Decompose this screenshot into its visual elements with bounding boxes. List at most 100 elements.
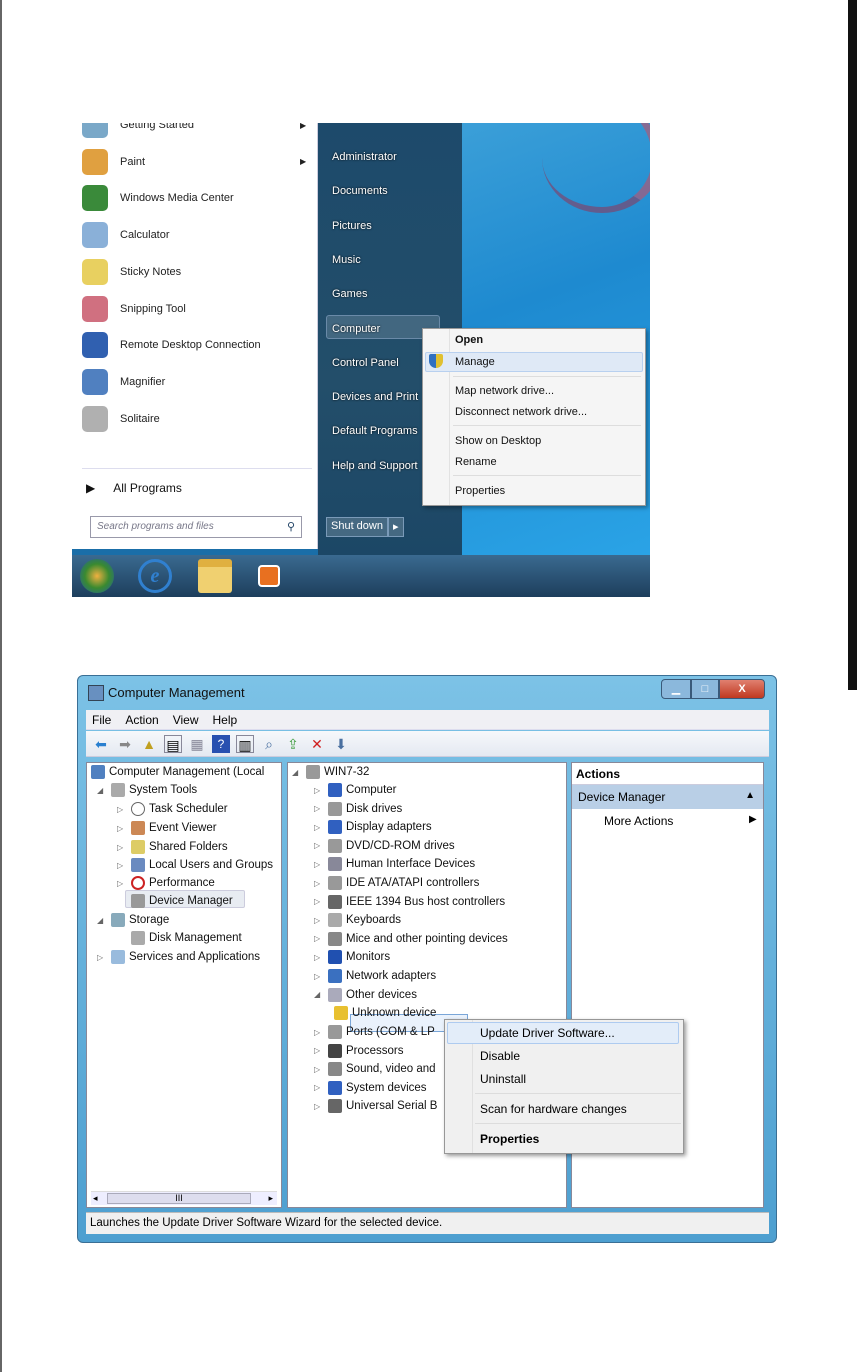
scan-hardware-icon[interactable]: ⌕ [260,735,278,753]
menu-item-properties[interactable]: Properties [455,485,505,497]
tree-item-local-users[interactable]: ▷ Local Users and Groups [117,858,273,872]
start-place-item[interactable]: Games [332,288,367,300]
device-category[interactable]: ▷ IDE ATA/ATAPI controllers [314,876,479,890]
program-item[interactable]: Calculator [82,219,170,251]
shutdown-button[interactable]: Shut down [326,517,388,537]
menu-item-disconnect-network-drive[interactable]: Disconnect network drive... [455,406,587,418]
actions-header: Actions [572,763,763,785]
tree-item-root[interactable]: Computer Management (Local [91,765,264,779]
maximize-button[interactable]: □ [691,679,719,699]
up-folder-icon[interactable]: ▲ [140,735,158,753]
program-item[interactable]: Remote Desktop Connection [82,329,261,361]
tree-item-task-scheduler[interactable]: ▷ Task Scheduler [117,802,228,816]
forward-icon[interactable]: ➡ [116,735,134,753]
explorer-folder-icon[interactable] [198,559,232,593]
start-place-item[interactable]: Pictures [332,220,372,232]
update-driver-icon[interactable]: ⇪ [284,735,302,753]
device-category[interactable]: ▷ Keyboards [314,913,401,928]
menu-view[interactable]: View [173,713,199,727]
menu-help[interactable]: Help [213,713,238,727]
start-orb-icon[interactable] [80,559,114,593]
close-button[interactable]: X [719,679,765,699]
device-category[interactable]: ▷ Display adapters [314,820,432,835]
computer-icon [91,765,105,779]
menu-item-show-on-desktop[interactable]: Show on Desktop [455,435,541,447]
device-category[interactable]: ▷ Human Interface Devices [314,857,475,872]
help-icon[interactable]: ? [212,734,230,753]
start-place-item[interactable]: Documents [332,185,388,197]
menu-item-scan[interactable]: Scan for hardware changes [480,1102,627,1116]
tree-item-device-manager[interactable]: Device Manager [117,894,233,908]
horizontal-scrollbar[interactable]: ◂ III ▸ [91,1191,277,1205]
internet-explorer-icon[interactable]: e [138,559,172,593]
device-category[interactable]: ▷ Disk drives [314,801,402,816]
device-unknown[interactable]: Unknown device [334,1006,436,1020]
start-place-item[interactable]: Control Panel [332,357,399,369]
enable-device-icon[interactable]: ⬇ [332,735,350,753]
tree-item-services[interactable]: ▷ Services and Applications [97,950,260,964]
menu-item-manage[interactable]: Manage [455,356,495,368]
all-programs-button[interactable]: ▶ All Programs [86,481,182,495]
storage-icon [111,913,125,927]
device-icon [328,783,342,797]
device-category[interactable]: ▷ Universal Serial B [314,1099,437,1114]
device-category[interactable]: ▷ Monitors [314,950,390,965]
menu-file[interactable]: File [92,713,111,727]
uninstall-icon[interactable]: ✕ [308,735,326,753]
program-item[interactable]: Getting Started ▶ [82,123,306,141]
clock-icon [131,802,145,816]
device-category[interactable]: ▷ Computer [314,783,397,797]
program-item[interactable]: Snipping Tool [82,293,186,325]
minimize-button[interactable]: ▁ [661,679,691,699]
shutdown-options-button[interactable]: ▸ [387,517,404,537]
menu-action[interactable]: Action [125,713,158,727]
tree-item-shared-folders[interactable]: ▷ Shared Folders [117,840,228,854]
device-host[interactable]: ◢ WIN7-32 [292,765,369,779]
tree-item-system-tools[interactable]: ◢ System Tools [97,783,197,797]
program-item[interactable]: Solitaire [82,403,160,435]
program-item[interactable]: Magnifier [82,366,165,398]
start-place-item[interactable]: Computer [332,323,380,335]
device-icon [328,1099,342,1114]
menu-item-disable[interactable]: Disable [480,1049,520,1063]
menu-item-open[interactable]: Open [455,334,483,346]
show-hide-tree-icon[interactable]: ▤ [164,734,182,753]
menu-item-map-network-drive[interactable]: Map network drive... [455,385,554,397]
scroll-thumb[interactable]: III [107,1193,251,1204]
device-category[interactable]: ◢ Other devices [314,987,417,1002]
device-icon [328,1080,342,1095]
tree-item-performance[interactable]: ▷ Performance [117,876,215,890]
program-item[interactable]: Sticky Notes [82,256,181,288]
show-hide-action-pane-icon[interactable]: ▥ [236,734,254,753]
tree-item-disk-management[interactable]: Disk Management [117,931,242,945]
start-place-item[interactable]: Help and Support [332,460,418,472]
more-actions[interactable]: More Actions ▶ [604,814,757,828]
tools-icon [111,783,125,797]
menu-item-uninstall[interactable]: Uninstall [480,1072,526,1086]
menu-item-properties[interactable]: Properties [480,1132,539,1146]
program-item[interactable]: Windows Media Center [82,182,234,214]
program-item[interactable]: Paint ▶ [82,146,306,178]
menu-item-update-driver[interactable]: Update Driver Software... [480,1026,615,1040]
actions-device-manager[interactable]: Device Manager ▲ [572,785,763,809]
properties-icon[interactable]: ▦ [188,735,206,753]
menu-item-rename[interactable]: Rename [455,456,497,468]
start-place-item[interactable]: Administrator [332,151,397,163]
taskbar: e [72,555,650,597]
device-category[interactable]: ▷ Mice and other pointing devices [314,931,508,946]
device-category[interactable]: ▷ Sound, video and [314,1062,436,1077]
media-player-icon[interactable] [258,565,280,587]
search-input[interactable]: Search programs and files ⚲ [90,516,302,538]
device-category[interactable]: ▷ DVD/CD-ROM drives [314,838,455,853]
start-place-item[interactable]: Default Programs [332,425,418,437]
back-icon[interactable]: ⬅ [92,735,110,753]
device-category[interactable]: ▷ System devices [314,1080,427,1095]
device-category[interactable]: ▷ Ports (COM & LP [314,1025,435,1039]
device-category[interactable]: ▷ Network adapters [314,969,436,983]
device-category[interactable]: ▷ Processors [314,1043,404,1058]
tree-item-storage[interactable]: ◢ Storage [97,913,169,927]
tree-item-event-viewer[interactable]: ▷ Event Viewer [117,821,217,835]
device-category[interactable]: ▷ IEEE 1394 Bus host controllers [314,894,505,909]
start-place-item[interactable]: Music [332,254,361,266]
start-place-item[interactable]: Devices and Print [332,391,418,403]
